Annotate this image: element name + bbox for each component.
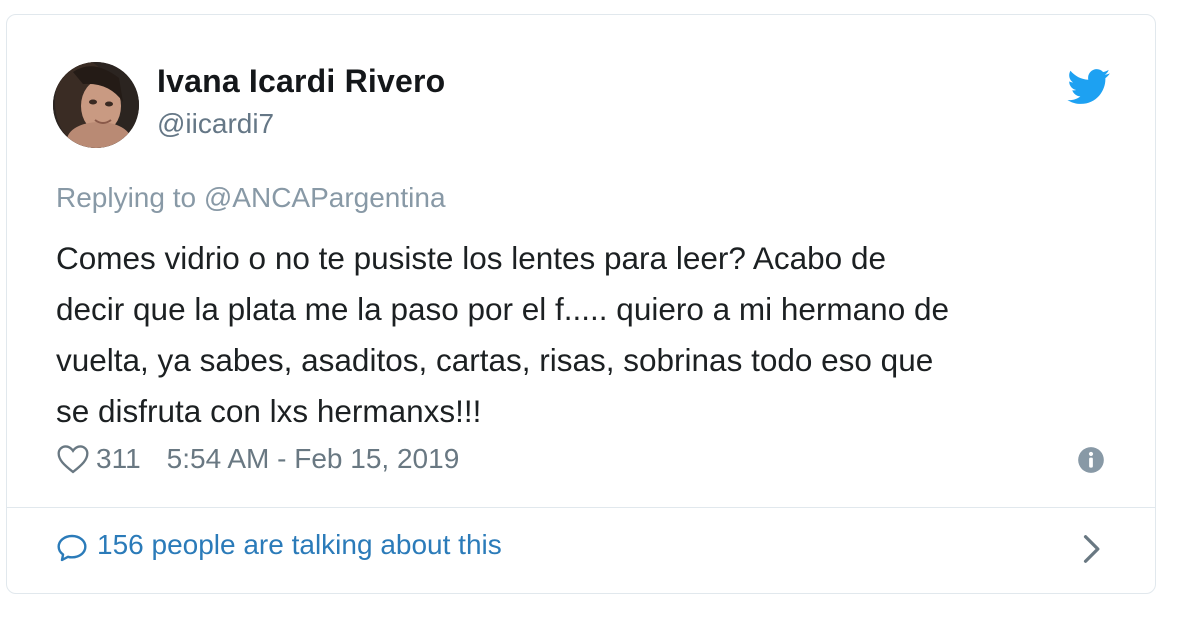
- reply-context: Replying to @ANCAPargentina: [56, 182, 446, 214]
- timestamp[interactable]: 5:54 AM - Feb 15, 2019: [167, 443, 460, 475]
- conversation-link[interactable]: 156 people are talking about this: [7, 508, 1155, 594]
- user-handle[interactable]: @iicardi7: [157, 108, 274, 140]
- talking-about-text[interactable]: 156 people are talking about this: [97, 529, 502, 561]
- display-name[interactable]: Ivana Icardi Rivero: [157, 63, 445, 100]
- tweet-text: Comes vidrio o no te pusiste los lentes …: [56, 233, 1136, 437]
- avatar[interactable]: [53, 62, 139, 148]
- tweet-text-line: decir que la plata me la paso por el f..…: [56, 291, 949, 327]
- twitter-bird-icon[interactable]: [1067, 69, 1111, 105]
- avatar-image: [53, 62, 139, 148]
- tweet-meta: 311 5:54 AM - Feb 15, 2019: [56, 439, 459, 479]
- tweet-card: Ivana Icardi Rivero @iicardi7 Replying t…: [6, 14, 1156, 594]
- info-icon[interactable]: [1077, 446, 1105, 474]
- reply-mention-link[interactable]: @ANCAPargentina: [204, 182, 446, 213]
- tweet-text-line: Comes vidrio o no te pusiste los lentes …: [56, 240, 886, 276]
- comment-bubble-icon: [57, 534, 87, 562]
- reply-prefix: Replying to: [56, 182, 197, 213]
- tweet-text-line: vuelta, ya sabes, asaditos, cartas, risa…: [56, 342, 934, 378]
- chevron-right-icon[interactable]: [1080, 534, 1102, 564]
- tweet-text-line: se disfruta con lxs hermanxs!!!: [56, 393, 482, 429]
- like-count[interactable]: 311: [96, 443, 141, 475]
- heart-icon[interactable]: [56, 444, 90, 474]
